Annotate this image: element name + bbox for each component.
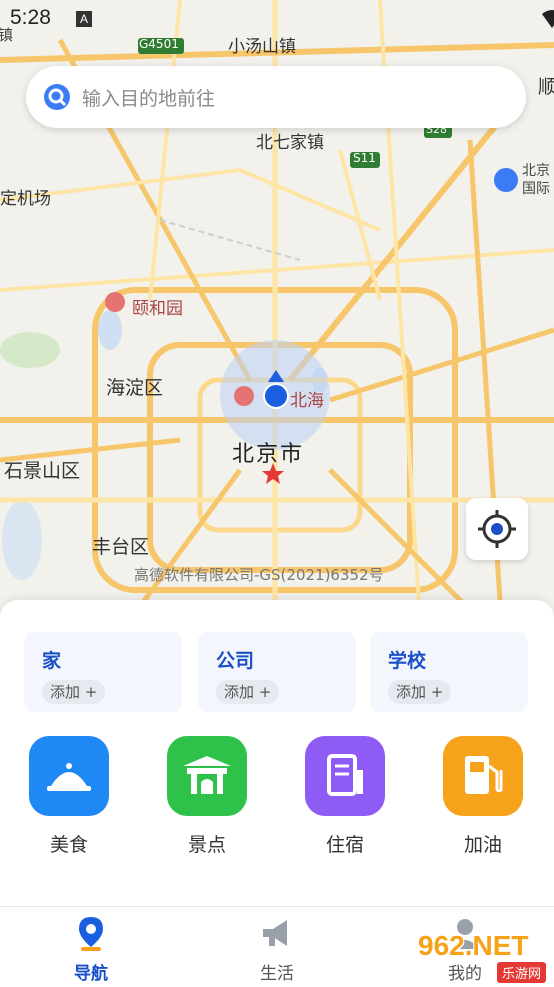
add-school-button[interactable]: 添加 +: [388, 680, 452, 704]
category-label: 美食: [49, 834, 88, 856]
shortcut-company[interactable]: 公司 添加 +: [198, 632, 356, 712]
scenic-icon: [167, 736, 247, 816]
search-bar[interactable]: 输入目的地前往: [26, 66, 526, 128]
category-scenic[interactable]: 景点: [162, 736, 252, 857]
tab-life[interactable]: 生活: [232, 915, 322, 984]
food-icon: [29, 736, 109, 816]
map-label-fengtai: 丰台区: [92, 536, 150, 558]
category-label: 住宿: [325, 834, 364, 856]
status-bar: 5:28 A: [0, 0, 554, 38]
map-label-beihai: 北海: [290, 391, 324, 411]
search-icon: [44, 84, 70, 110]
category-food[interactable]: 美食: [24, 736, 114, 857]
category-gas[interactable]: 加油: [438, 736, 528, 857]
notification-icon: A: [76, 11, 92, 27]
map-label-airport: 北京 国际: [522, 163, 550, 197]
add-home-button[interactable]: 添加 +: [42, 680, 106, 704]
road-shield-s11: S11: [353, 151, 376, 165]
tab-label: 导航: [74, 964, 108, 984]
map-label-right-edge: 顺: [538, 76, 554, 98]
shortcut-title: 学校: [388, 650, 427, 672]
map-label-beiqijia: 北七家镇: [256, 133, 324, 153]
shortcut-title: 公司: [216, 650, 255, 672]
category-label: 加油: [463, 834, 502, 856]
locate-me-button[interactable]: [466, 498, 528, 560]
current-location-marker: [262, 370, 290, 412]
map-copyright: 高德软件有限公司-GS(2021)6352号: [134, 566, 384, 584]
shortcut-school[interactable]: 学校 添加 +: [370, 632, 528, 712]
watermark-sub: 乐游网: [496, 962, 546, 983]
watermark-text: 962.NET: [418, 930, 529, 961]
crosshair-icon: [478, 510, 516, 548]
gas-icon: [443, 736, 523, 816]
wifi-icon: [542, 10, 554, 28]
category-label: 景点: [187, 834, 226, 856]
map-label-beijing: 北京市: [232, 442, 305, 467]
map-label-haidian: 海淀区: [106, 377, 164, 399]
tab-label: 生活: [260, 964, 294, 984]
watermark-logo: 962.NET 乐游网: [418, 930, 546, 983]
road-shield-g4501: G4501: [139, 37, 179, 51]
map-label-shijingshan: 石景山区: [4, 460, 81, 482]
map-label-jichang: 定机场: [0, 189, 51, 209]
megaphone-icon: [263, 920, 287, 946]
navigation-pin-icon: [79, 917, 103, 951]
tab-navigation[interactable]: 导航: [46, 915, 136, 984]
add-company-button[interactable]: 添加 +: [216, 680, 280, 704]
category-hotel[interactable]: 住宿: [300, 736, 390, 857]
shortcut-title: 家: [42, 650, 62, 672]
map-label-yiheyuan: 颐和园: [132, 299, 183, 319]
hotel-icon: [305, 736, 385, 816]
status-time: 5:28: [10, 6, 51, 29]
search-input[interactable]: 输入目的地前往: [82, 84, 215, 111]
shortcut-home[interactable]: 家 添加 +: [24, 632, 182, 712]
